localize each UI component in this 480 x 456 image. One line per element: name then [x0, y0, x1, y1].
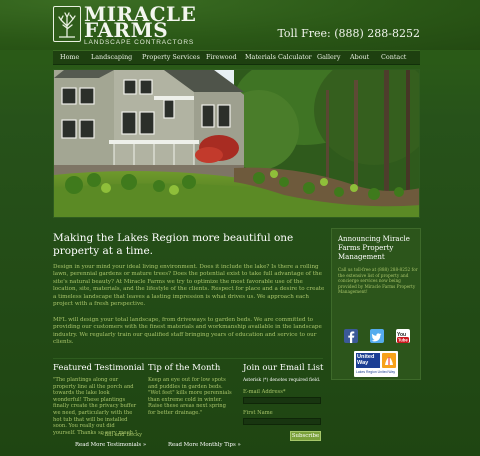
testimonial-author: ~Bill and Becky [100, 432, 143, 438]
sidebar-announcement: Announcing Miracle Farms Property Manage… [331, 228, 421, 380]
facebook-icon[interactable] [344, 329, 358, 343]
email-list-title: Join our Email List [243, 363, 324, 373]
intro-paragraph-2: MFL will design your total landscape, fr… [53, 317, 322, 346]
nav-item-contact[interactable]: Contact [381, 51, 406, 64]
section-divider [53, 358, 323, 359]
first-name-input[interactable] [243, 418, 321, 425]
logo-subtitle: LANDSCAPE CONTRACTORS [84, 39, 195, 46]
hero-photo [53, 69, 420, 218]
nav-item-firewood[interactable]: Firewood [206, 51, 237, 64]
read-more-tips-link[interactable]: Read More Monthly Tips » [168, 442, 241, 448]
testimonial-quote: "The plantings along our property line a… [53, 377, 138, 436]
nav-item-materials-calculator[interactable]: Materials Calculator [245, 51, 312, 64]
twitter-icon[interactable] [370, 329, 384, 343]
tip-title: Tip of the Month [148, 363, 221, 373]
logo-tree-icon [53, 6, 81, 42]
header: MIRACLE FARMS LANDSCAPE CONTRACTORS Toll … [0, 0, 480, 50]
page: MIRACLE FARMS LANDSCAPE CONTRACTORS Toll … [0, 0, 480, 456]
subscribe-button[interactable]: Subscribe [290, 431, 321, 441]
intro-title: Making the Lakes Region more beautiful o… [53, 232, 294, 257]
nav-item-gallery[interactable]: Gallery [317, 51, 340, 64]
tip-text: Keep an eye out for low spots and puddle… [148, 377, 232, 416]
testimonial-title: Featured Testimonial [53, 363, 145, 373]
nav-item-property-services[interactable]: Property Services [142, 51, 200, 64]
logo[interactable]: MIRACLE FARMS LANDSCAPE CONTRACTORS [53, 4, 196, 46]
united-way-logo[interactable]: United Way Lakes Region United Way [354, 351, 398, 377]
svg-text:Tube: Tube [398, 338, 408, 343]
nav-item-about[interactable]: About [350, 51, 369, 64]
intro-paragraph-1: Design in your mind your ideal living en… [53, 264, 325, 308]
email-address-label: E-mail Address* [243, 389, 286, 395]
sidebar-text: Call us toll-free at (888) 288-8252 for … [338, 267, 418, 295]
logo-name: MIRACLE FARMS [84, 4, 196, 40]
nav-item-home[interactable]: Home [60, 51, 79, 64]
united-way-caption: Lakes Region United Way [356, 370, 396, 374]
united-way-hand-icon [382, 353, 396, 368]
united-way-wordmark: United Way [356, 353, 380, 368]
email-address-input[interactable] [243, 397, 321, 404]
nav-item-landscaping[interactable]: Landscaping [91, 51, 132, 64]
required-note: Asterisk (*) denotes required field. [243, 378, 321, 383]
united-way-line2: Way [357, 360, 369, 366]
youtube-icon[interactable]: You Tube [396, 329, 410, 343]
first-name-label: First Name [243, 410, 273, 416]
toll-free-number: Toll Free: (888) 288-8252 [277, 27, 420, 40]
read-more-testimonials-link[interactable]: Read More Testimonials » [75, 442, 146, 448]
main-nav: Home Landscaping Property Services Firew… [53, 50, 420, 65]
sidebar-title: Announcing Miracle Farms Property Manage… [338, 235, 410, 261]
